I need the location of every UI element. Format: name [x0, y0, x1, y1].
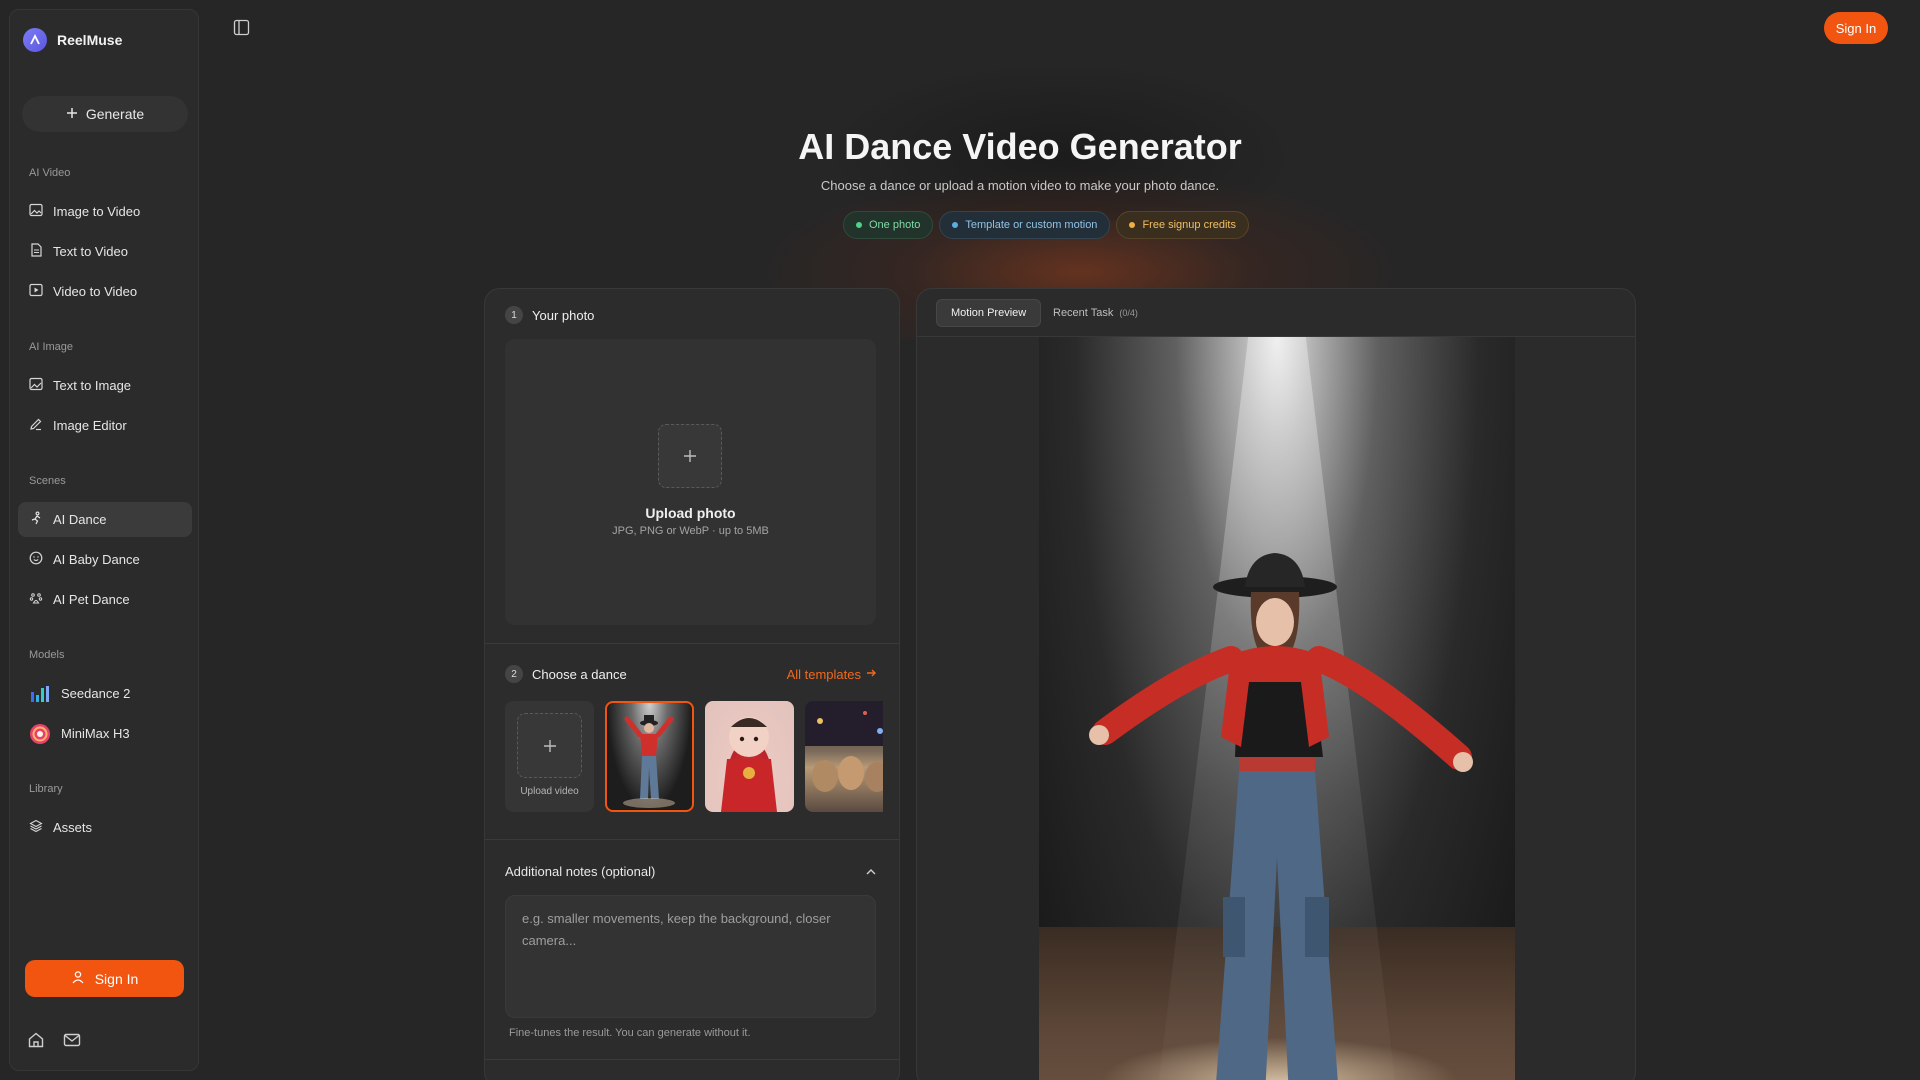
sidebar: ReelMuse Generate AI Video Image to Vide…: [9, 9, 199, 1071]
sidebar-item-ai-pet-dance[interactable]: AI Pet Dance: [18, 582, 192, 617]
step-your-photo: 1 Your photo: [505, 306, 594, 324]
image-text-icon: [29, 377, 43, 394]
chevron-up-icon[interactable]: [865, 865, 877, 883]
sidebar-item-label: MiniMax H3: [61, 726, 130, 741]
all-templates-link[interactable]: All templates: [787, 667, 877, 682]
user-icon: [71, 970, 85, 987]
video-icon: [29, 283, 43, 300]
all-templates-label: All templates: [786, 667, 861, 682]
mail-icon[interactable]: [63, 1031, 81, 1054]
sidebar-item-assets[interactable]: Assets: [18, 810, 192, 845]
sidebar-item-label: AI Dance: [53, 512, 107, 527]
paw-icon: [29, 591, 43, 608]
notes-help-text: Fine-tunes the result. You can generate …: [509, 1027, 751, 1039]
sidebar-signin-button[interactable]: Sign In: [25, 960, 184, 997]
step-title: Choose a dance: [532, 666, 627, 682]
step-title: Your photo: [532, 307, 595, 323]
sidebar-item-label: Text to Image: [53, 378, 132, 393]
arrow-right-icon: [865, 667, 877, 682]
pill-template-motion: Template or custom motion: [939, 211, 1111, 239]
dance-template-thumbnail[interactable]: [605, 701, 694, 812]
brand[interactable]: ReelMuse: [23, 28, 122, 52]
page-subtitle: Choose a dance or upload a motion video …: [820, 178, 1220, 193]
pill-label: Free signup credits: [1142, 219, 1236, 231]
tab-motion-preview[interactable]: Motion Preview: [936, 299, 1042, 327]
image-icon: [29, 203, 43, 220]
document-icon: [29, 243, 43, 260]
sidebar-item-text-to-video[interactable]: Text to Video: [18, 234, 192, 269]
sparkle-dance-icon: [29, 511, 43, 528]
sidebar-item-text-to-image[interactable]: Text to Image: [18, 368, 192, 403]
sidebar-item-label: AI Pet Dance: [53, 592, 130, 607]
tab-recent-task[interactable]: Recent Task (0/4): [1039, 299, 1152, 327]
pill-label: One photo: [869, 219, 921, 231]
notes-textarea[interactable]: e.g. smaller movements, keep the backgro…: [505, 895, 876, 1018]
generator-form-panel: 1 Your photo Upload photo JPG, PNG or We…: [484, 288, 900, 1080]
photo-upload-dropzone[interactable]: Upload photo JPG, PNG or WebP · up to 5M…: [505, 339, 876, 625]
dancer-figure: [1089, 553, 1473, 1080]
section-models: Models: [29, 649, 65, 661]
baby-dance-template-thumbnail[interactable]: [705, 701, 794, 812]
sidebar-item-image-editor[interactable]: Image Editor: [18, 408, 192, 443]
tab-label: Recent Task: [1053, 307, 1114, 319]
sidebar-item-label: AI Baby Dance: [53, 552, 140, 567]
pill-one-photo: One photo: [843, 211, 934, 239]
brand-logo-icon: [23, 28, 47, 52]
status-dot-icon: [856, 222, 862, 228]
status-dot-icon: [1129, 222, 1136, 228]
brand-name: ReelMuse: [57, 32, 123, 48]
motion-preview-video[interactable]: [1039, 337, 1515, 1080]
upload-video-tile[interactable]: Upload video: [505, 701, 594, 812]
sidebar-item-label: Image Editor: [53, 418, 127, 433]
section-scenes: Scenes: [29, 475, 66, 487]
pill-label: Template or custom motion: [965, 219, 1098, 231]
notes-section-title[interactable]: Additional notes (optional): [505, 864, 655, 879]
generate-label: Generate: [85, 106, 145, 122]
baby-icon: [29, 551, 43, 568]
plus-icon: [66, 106, 78, 122]
step-number: 1: [505, 306, 523, 324]
sidebar-item-label: Video to Video: [53, 284, 138, 299]
sidebar-item-minimax[interactable]: MiniMax H3: [18, 716, 192, 751]
recent-task-count: (0/4): [1119, 308, 1138, 318]
seedance-logo-icon: [29, 683, 51, 705]
page-title: AI Dance Video Generator: [798, 126, 1242, 167]
sidebar-item-image-to-video[interactable]: Image to Video: [18, 194, 192, 229]
preview-tabs: Motion Preview Recent Task (0/4): [917, 289, 1635, 337]
upload-photo-hint: JPG, PNG or WebP · up to 5MB: [612, 525, 769, 537]
step-number: 2: [505, 665, 523, 683]
sidebar-item-label: Seedance 2: [61, 686, 131, 701]
step-choose-dance: 2 Choose a dance: [505, 665, 627, 683]
feature-pills: One photo Template or custom motion Free…: [843, 211, 1249, 239]
sidebar-item-ai-dance[interactable]: AI Dance: [18, 502, 192, 537]
upload-photo-title: Upload photo: [645, 505, 736, 521]
minimax-logo-icon: [29, 723, 51, 745]
sidebar-item-ai-baby-dance[interactable]: AI Baby Dance: [18, 542, 192, 577]
divider: [485, 839, 899, 840]
sidebar-item-seedance[interactable]: Seedance 2: [18, 676, 192, 711]
upload-plus-icon: [517, 713, 582, 778]
sidebar-item-label: Text to Video: [53, 244, 128, 259]
pill-free-credits: Free signup credits: [1116, 211, 1249, 239]
preview-panel: Motion Preview Recent Task (0/4): [916, 288, 1636, 1080]
status-dot-icon: [952, 222, 959, 228]
header-signin-button[interactable]: Sign In: [1824, 12, 1888, 44]
layers-icon: [29, 819, 43, 836]
sidebar-toggle-icon[interactable]: [233, 19, 250, 41]
sidebar-item-label: Image to Video: [53, 204, 141, 219]
home-icon[interactable]: [27, 1031, 45, 1054]
pencil-icon: [29, 417, 43, 434]
dance-template-list: Upload video: [505, 701, 883, 812]
divider: [485, 1059, 899, 1060]
pet-dance-template-thumbnail[interactable]: [805, 701, 883, 812]
sidebar-item-label: Assets: [53, 820, 93, 835]
tab-label: Motion Preview: [951, 307, 1027, 319]
divider: [485, 643, 899, 644]
upload-video-label: Upload video: [520, 786, 579, 797]
sidebar-item-video-to-video[interactable]: Video to Video: [18, 274, 192, 309]
section-ai-image: AI Image: [29, 341, 74, 353]
section-library: Library: [29, 783, 63, 795]
upload-plus-icon: [658, 424, 722, 488]
signin-label: Sign In: [94, 970, 139, 987]
